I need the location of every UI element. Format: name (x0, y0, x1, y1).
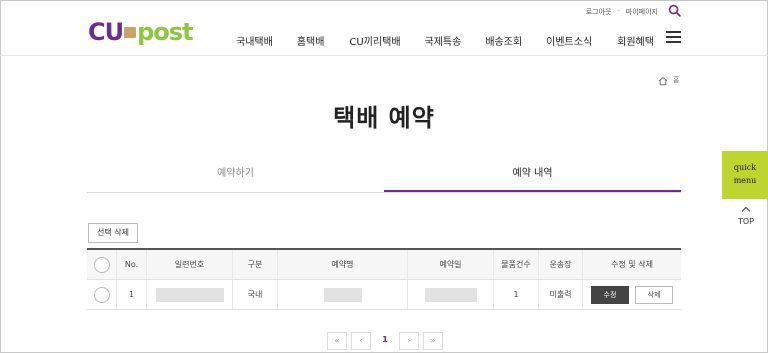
row-date (408, 280, 494, 309)
tab-reservation-history[interactable]: 예약 내역 (384, 163, 681, 192)
breadcrumb-home[interactable]: 홈 (673, 75, 679, 85)
search-icon[interactable] (668, 4, 681, 17)
quick-menu-button[interactable]: quick menu (722, 151, 768, 199)
redacted-name (323, 287, 362, 302)
header-name: 예약명 (278, 250, 408, 279)
row-waybill-status: 미출력 (539, 280, 583, 309)
first-page-button[interactable]: « (327, 332, 347, 350)
parcel-box-icon (124, 27, 137, 38)
header-select-all (87, 250, 117, 279)
cu-post-logo[interactable]: CU post (88, 18, 194, 46)
nav-member-benefits[interactable]: 회원혜택 (617, 33, 654, 48)
top-label: TOP (737, 217, 754, 226)
header-no: No. (117, 250, 147, 279)
header-edit-delete: 수정 및 삭제 (611, 260, 653, 269)
nav-home-delivery[interactable]: 홈택배 (297, 33, 325, 48)
row-no: 1 (117, 280, 147, 309)
site-header: CU post 로그아웃 · 마이페이지 국내택배 홈택배 CU끼리택배 국제특송… (0, 0, 768, 56)
reservation-table: No. 일련번호 구분 예약명 예약일 물품건수 운송장 수정 및 삭제 1 국… (87, 248, 681, 310)
logo-post: post (137, 18, 193, 46)
nav-international[interactable]: 국제특송 (425, 33, 462, 48)
row-actions: 수정 삭제 (583, 280, 681, 309)
edit-button[interactable]: 수정 (591, 285, 629, 304)
pagination: « ‹ 1 › » (327, 332, 443, 350)
chevron-up-icon (741, 206, 751, 216)
row-select-radio[interactable] (93, 286, 110, 303)
last-page-button[interactable]: » (423, 332, 443, 350)
header-serial: 일련번호 (147, 250, 233, 279)
page-number-current[interactable]: 1 (375, 332, 395, 350)
main-nav: 국내택배 홈택배 CU끼리택배 국제특송 배송조회 이벤트소식 회원혜택 (236, 33, 654, 48)
header-date: 예약일 (408, 250, 494, 279)
select-all-radio[interactable] (93, 256, 110, 273)
util-separator: · (617, 7, 620, 15)
delete-button[interactable]: 삭제 (635, 285, 673, 304)
row-select (87, 280, 117, 309)
scroll-top-button[interactable]: TOP (732, 204, 760, 226)
logo-cu: CU (88, 18, 124, 46)
nav-tracking[interactable]: 배송조회 (485, 33, 522, 48)
quick-menu-line2: menu (733, 176, 757, 185)
utility-links: 로그아웃 · 마이페이지 (586, 7, 658, 17)
next-page-button[interactable]: › (399, 332, 419, 350)
page-title: 택배 예약 (333, 104, 435, 132)
tab-make-reservation[interactable]: 예약하기 (87, 163, 384, 192)
logout-link[interactable]: 로그아웃 (586, 7, 612, 17)
reservation-tabs: 예약하기 예약 내역 (87, 163, 681, 193)
mypage-link[interactable]: 마이페이지 (626, 7, 658, 17)
nav-domestic[interactable]: 국내택배 (236, 33, 273, 48)
header-count: 물품건수 (494, 250, 539, 279)
redacted-date (424, 287, 477, 302)
table-header-row: No. 일련번호 구분 예약명 예약일 물품건수 운송장 수정 및 삭제 (87, 250, 681, 280)
redacted-serial (155, 287, 224, 302)
row-type: 국내 (233, 280, 278, 309)
header-waybill: 운송장 (539, 250, 583, 279)
row-name (278, 280, 408, 309)
home-icon[interactable] (658, 76, 668, 86)
nav-cu-to-cu[interactable]: CU끼리택배 (349, 33, 400, 48)
table-row: 1 국내 1 미출력 수정 삭제 (87, 280, 681, 310)
hamburger-menu-icon[interactable] (666, 31, 681, 43)
delete-selected-button[interactable]: 선택 삭제 (88, 223, 138, 243)
nav-events[interactable]: 이벤트소식 (546, 33, 592, 48)
row-serial (147, 280, 233, 309)
row-count: 1 (494, 280, 539, 309)
quick-menu-line1: quick (733, 163, 757, 172)
prev-page-button[interactable]: ‹ (351, 332, 371, 350)
header-type: 구분 (233, 250, 278, 279)
